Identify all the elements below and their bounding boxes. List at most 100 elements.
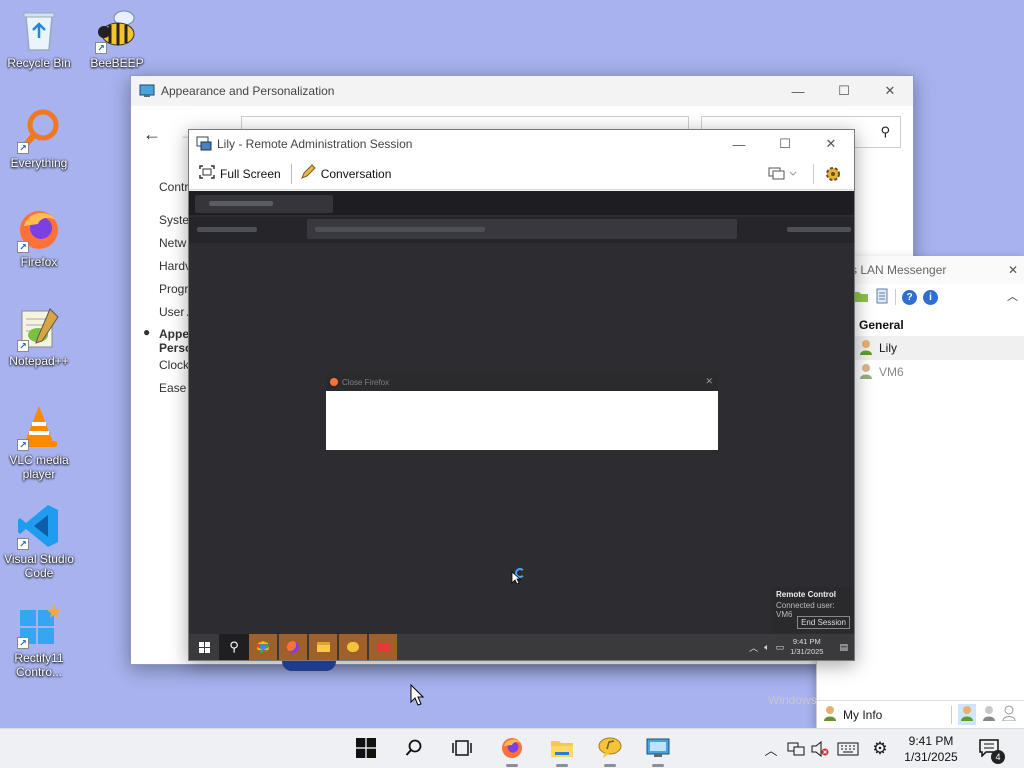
- control-panel-icon: [139, 83, 155, 102]
- tray-chevron[interactable]: ︿: [762, 729, 780, 768]
- status-online-icon[interactable]: [958, 704, 976, 725]
- full-screen-button[interactable]: Full Screen: [199, 165, 291, 182]
- keyboard-icon[interactable]: [836, 729, 860, 768]
- remote-search-icon[interactable]: ⚲: [219, 634, 249, 660]
- user-online-icon: [859, 339, 873, 358]
- window-title: s LAN Messenger: [851, 263, 947, 277]
- desktop-icon-vlc[interactable]: ↗ VLC media player: [1, 403, 77, 481]
- remote-volume-icon[interactable]: 🔈︎: [764, 642, 769, 653]
- desktop-icon-rectify11[interactable]: ↗ Rectify11 Contro...: [1, 601, 77, 679]
- remote-control-panel: Remote Control Connected user: VM6 End S…: [772, 587, 854, 633]
- collapse-chevron-icon[interactable]: ︿: [1007, 288, 1018, 304]
- remote-desktop-view[interactable]: Close Firefox ✕ Remote Control Connected…: [189, 191, 854, 660]
- search-icon: [405, 739, 423, 760]
- monitor-select-icon[interactable]: [768, 166, 798, 185]
- taskbar-chat-app[interactable]: [590, 729, 630, 768]
- remote-session-window[interactable]: Lily - Remote Administration Session — ☐…: [188, 129, 855, 661]
- history-book-icon[interactable]: [875, 288, 889, 307]
- remote-menu-placeholder: [787, 227, 851, 232]
- bee-icon: ↗: [93, 6, 141, 54]
- network-icon[interactable]: [786, 729, 806, 768]
- status-busy-icon[interactable]: [982, 705, 996, 724]
- task-view-button[interactable]: [442, 729, 482, 768]
- remote-tab-text-placeholder: [209, 201, 273, 206]
- notification-count-badge: 4: [991, 749, 1005, 764]
- desktop-icon-notepadpp[interactable]: ↗ Notepad++: [1, 304, 77, 368]
- start-button[interactable]: [346, 729, 386, 768]
- close-button[interactable]: ✕: [1008, 263, 1018, 277]
- remote-nav-placeholder: [197, 227, 257, 232]
- shortcut-arrow-icon: ↗: [17, 340, 29, 352]
- desktop-icon-firefox[interactable]: ↗ Firefox: [1, 205, 77, 269]
- desktop-widget-partial: [282, 661, 336, 671]
- minimize-button[interactable]: —: [716, 130, 762, 158]
- maximize-button[interactable]: ☐: [762, 130, 808, 158]
- firefox-icon: ↗: [15, 205, 63, 253]
- notepad-plus-plus-icon: ↗: [15, 304, 63, 352]
- folder-icon[interactable]: [853, 289, 869, 306]
- pen-chat-icon: [300, 164, 316, 183]
- desktop-icon-label: Recycle Bin: [7, 56, 71, 70]
- remote-close-firefox-dialog[interactable]: Close Firefox ✕: [326, 373, 718, 450]
- back-arrow-icon[interactable]: ←: [143, 124, 161, 145]
- shortcut-arrow-icon: ↗: [17, 637, 29, 649]
- remote-media-icon[interactable]: [369, 634, 399, 660]
- desktop-icon-recycle-bin[interactable]: Recycle Bin: [1, 6, 77, 70]
- status-offline-icon[interactable]: [1002, 705, 1016, 724]
- help-icon[interactable]: ?: [902, 289, 917, 305]
- taskbar-file-explorer[interactable]: [542, 729, 582, 768]
- windows-watermark: Windows: [768, 693, 817, 707]
- notification-center-button[interactable]: 4: [974, 729, 1005, 768]
- end-session-button[interactable]: End Session: [797, 616, 850, 629]
- remote-notification-icon[interactable]: ▤: [839, 642, 848, 653]
- close-button[interactable]: ✕: [867, 76, 913, 106]
- shortcut-arrow-icon: ↗: [95, 42, 107, 54]
- my-info-button[interactable]: My Info: [843, 708, 882, 722]
- desktop-icon-label: Firefox: [20, 255, 58, 269]
- desktop-icon-vscode[interactable]: ↗ Visual Studio Code: [1, 502, 77, 580]
- desktop-icon-beebeep[interactable]: ↗ BeeBEEP: [79, 6, 155, 70]
- dialog-close-button[interactable]: ✕: [705, 376, 713, 387]
- taskbar-clock[interactable]: 9:41 PM 1/31/2025: [896, 733, 966, 765]
- remote-tray-chevron-icon[interactable]: ︿: [749, 641, 758, 654]
- desktop-icon-label: Rectify11 Contro...: [14, 651, 64, 679]
- remote-chat-icon[interactable]: [339, 634, 369, 660]
- settings-gear-icon[interactable]: [824, 165, 842, 186]
- folder-icon: [550, 738, 574, 761]
- selected-bullet-icon: ●: [143, 325, 151, 339]
- firefox-small-icon: [330, 378, 338, 386]
- user-offline-icon: [859, 363, 873, 382]
- conversation-button[interactable]: Conversation: [300, 164, 402, 183]
- settings-gear-icon[interactable]: ⚙: [870, 729, 890, 768]
- cp-titlebar[interactable]: Appearance and Personalization — ☐ ✕: [131, 76, 913, 106]
- taskbar-firefox[interactable]: [492, 729, 532, 768]
- desktop-icon-label: Everything: [10, 156, 68, 170]
- mouse-cursor-icon: [511, 571, 521, 585]
- remote-taskbar: ⚲ ︿ 🔈︎ ▭ 9:41 PM 1/31/2025 ▤: [189, 634, 854, 660]
- toolbar-separator: [290, 163, 292, 184]
- remote-network-icon[interactable]: ▭: [776, 642, 785, 653]
- minimize-button[interactable]: —: [775, 76, 821, 106]
- shortcut-arrow-icon: ↗: [17, 241, 29, 253]
- user-group-header[interactable]: General: [859, 318, 1024, 332]
- remote-toolbar-strip: [189, 217, 854, 243]
- remote-clock[interactable]: 9:41 PM 1/31/2025: [790, 637, 823, 657]
- desktop-icon-label: VLC media player: [9, 453, 69, 481]
- remote-chrome-icon[interactable]: [249, 634, 279, 660]
- maximize-button[interactable]: ☐: [821, 76, 867, 106]
- rs-titlebar[interactable]: Lily - Remote Administration Session — ☐…: [189, 130, 854, 158]
- remote-firefox-icon[interactable]: [279, 634, 309, 660]
- vscode-icon: ↗: [15, 502, 63, 550]
- remote-session-icon: [196, 136, 212, 155]
- desktop-icon-everything[interactable]: ↗ Everything: [1, 106, 77, 170]
- remote-control-title: Remote Control: [776, 590, 836, 599]
- search-button[interactable]: [394, 729, 434, 768]
- info-icon[interactable]: i: [923, 289, 938, 305]
- volume-muted-icon[interactable]: [810, 729, 830, 768]
- remote-file-explorer-icon[interactable]: [309, 634, 339, 660]
- remote-address-text-placeholder: [315, 227, 485, 232]
- remote-start-icon[interactable]: [189, 634, 219, 660]
- taskbar-remote-session[interactable]: [638, 729, 678, 768]
- close-button[interactable]: ✕: [808, 130, 854, 158]
- my-info-icon: [823, 705, 837, 724]
